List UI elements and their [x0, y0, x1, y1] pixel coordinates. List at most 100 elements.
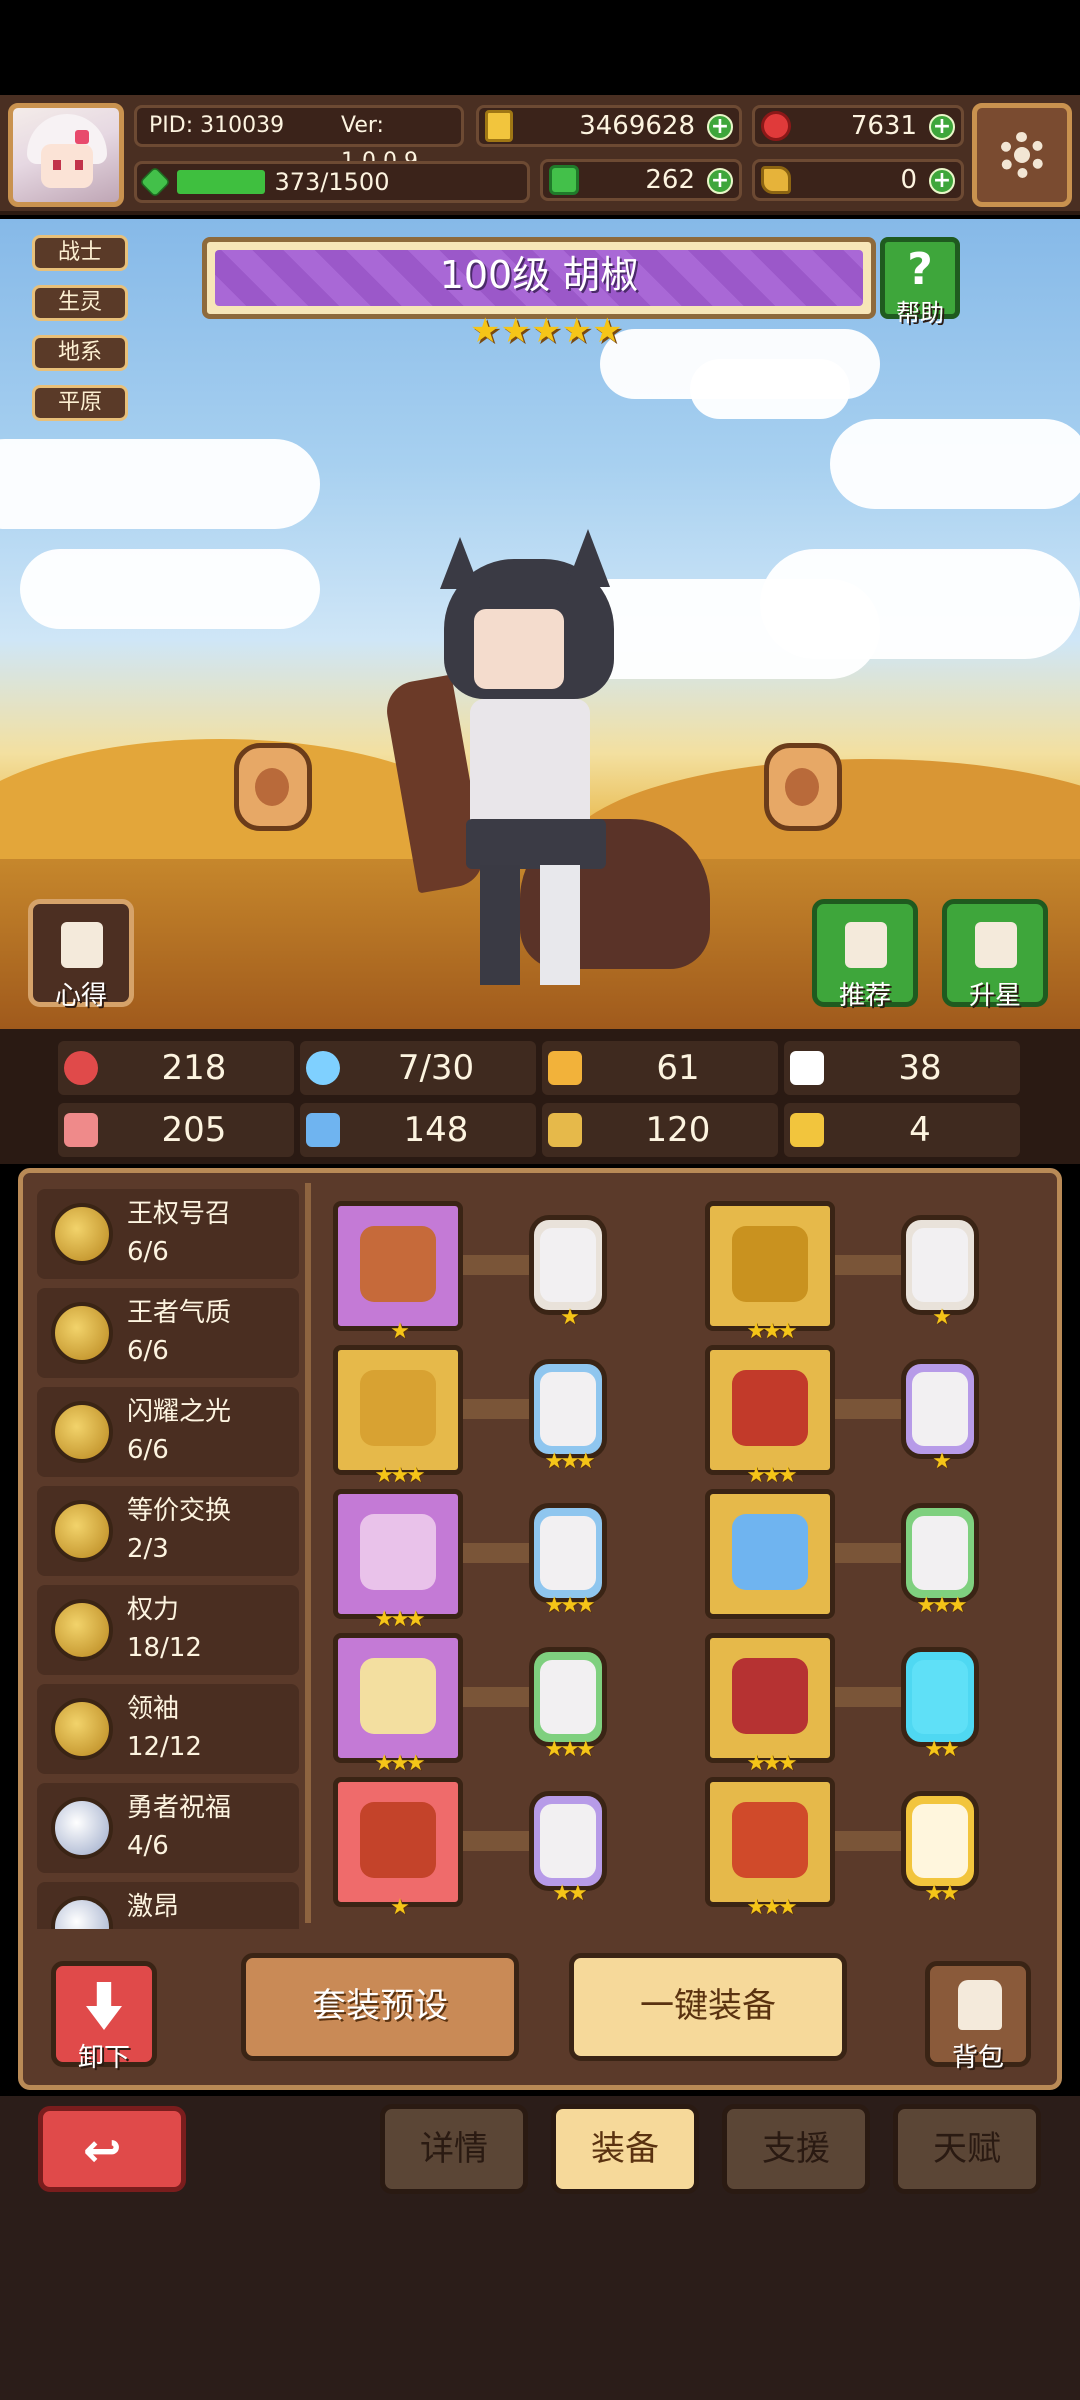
tab-details[interactable]: 详情 [380, 2104, 528, 2194]
stat-value: 205 [161, 1110, 227, 1150]
fist-icon [64, 1113, 98, 1147]
gem-slot-cyan[interactable]: ★★ [901, 1647, 979, 1762]
green-gem-icon [540, 1660, 596, 1734]
unequip-button[interactable]: 卸下 [51, 1961, 157, 2073]
settings-button[interactable] [972, 103, 1072, 207]
help-button[interactable]: ? 帮助 [880, 237, 960, 327]
character-sprite[interactable] [370, 529, 730, 999]
add-gem-button[interactable]: + [929, 114, 955, 140]
avatar-eye [75, 160, 83, 170]
golden-helmet-icon [360, 1370, 436, 1446]
equipment-slot-diamond-charm[interactable]: ★★★ [333, 1633, 463, 1776]
set-bonus-item[interactable]: 王者气质 6/6 [37, 1288, 299, 1378]
red-gem-icon [761, 111, 791, 141]
winged-gem-icon [732, 1514, 808, 1590]
set-bonus-item[interactable]: 激昂 [37, 1882, 299, 1929]
stat-shield[interactable]: 61 [542, 1041, 778, 1095]
stat-water-drop[interactable]: 7/30 [300, 1041, 536, 1095]
cat-ear-right [566, 529, 610, 587]
star-up-button[interactable]: 升星 [942, 899, 1048, 1011]
stat-value: 4 [909, 1110, 931, 1150]
insight-button[interactable]: 心得 [28, 899, 134, 1011]
set-count: 2/3 [127, 1534, 169, 1564]
star-icon: ★ [561, 311, 592, 351]
set-bonus-item[interactable]: 权力 18/12 [37, 1585, 299, 1675]
gem-value: 7631 [850, 111, 917, 141]
slot-connector [463, 1255, 533, 1275]
set-bonus-item[interactable]: 领袖 12/12 [37, 1684, 299, 1774]
set-bonus-list[interactable]: 王权号召 6/6 王者气质 6/6 闪耀之光 6/6 等价交换 2/3 权力 18/12 领袖 12/… [37, 1189, 299, 1929]
player-id-panel: PID: 310039 Ver: 1.0.0.9 [134, 105, 464, 174]
add-clover-button[interactable]: + [707, 168, 733, 194]
add-gold-button[interactable]: + [707, 114, 733, 140]
equipment-slot-heart-necklace[interactable]: ★★★ [333, 1489, 463, 1632]
silver-medal-icon [51, 1797, 113, 1859]
equipment-slot-crown-ring[interactable]: ★★★ [705, 1201, 835, 1344]
gem-slot-white[interactable]: ★ [901, 1215, 979, 1330]
star-icon: ★ [470, 311, 501, 351]
equipment-slot-winged-gem[interactable] [705, 1489, 835, 1619]
gem-slot-green[interactable]: ★★★ [901, 1503, 979, 1618]
gold-medal-icon [51, 1401, 113, 1463]
stat-fist[interactable]: 205 [58, 1103, 294, 1157]
skirt-sprite [466, 819, 606, 869]
set-preset-button[interactable]: 套装预设 [241, 1953, 519, 2061]
auto-equip-button[interactable]: 一键装备 [569, 1953, 847, 2061]
gem-slot-blue[interactable]: ★★★ [529, 1359, 607, 1474]
set-bonus-item[interactable]: 王权号召 6/6 [37, 1189, 299, 1279]
red-boots-icon [732, 1802, 808, 1878]
stat-scroll[interactable]: 120 [542, 1103, 778, 1157]
gem-star-rating: ★ [932, 1305, 952, 1330]
back-button[interactable]: ↩ [38, 2106, 186, 2192]
item-star-rating: ★★★ [746, 1751, 797, 1776]
gem-slot-purple[interactable]: ★ [901, 1359, 979, 1474]
back-arrow-icon: ↩ [83, 2123, 122, 2177]
stat-horseshoe[interactable]: 4 [784, 1103, 1020, 1157]
player-avatar[interactable] [8, 103, 124, 207]
gem-slot-blue[interactable]: ★★★ [529, 1503, 607, 1618]
leg-right [540, 865, 580, 985]
bag-button[interactable]: 背包 [925, 1961, 1031, 2073]
set-bonus-item[interactable]: 闪耀之光 6/6 [37, 1387, 299, 1477]
add-key-button[interactable]: + [929, 168, 955, 194]
gem-slot-purple[interactable]: ★★ [529, 1791, 607, 1906]
star-icon: ★ [591, 311, 623, 351]
crown-ring-icon [732, 1226, 808, 1302]
left-rune-icon[interactable] [234, 743, 312, 831]
equipment-slot-ruby-belt[interactable]: ★★★ [705, 1633, 835, 1776]
stat-wing[interactable]: 38 [784, 1041, 1020, 1095]
item-star-rating: ★★★ [746, 1895, 797, 1920]
tab-support[interactable]: 支援 [722, 2104, 870, 2194]
set-count: 6/6 [127, 1336, 169, 1366]
gold-value: 3469628 [579, 111, 695, 141]
set-bonus-item[interactable]: 勇者祝福 4/6 [37, 1783, 299, 1873]
equipment-slot-horn-weapon[interactable]: ★ [333, 1201, 463, 1344]
equipment-slot-golden-helmet[interactable]: ★★★ [333, 1345, 463, 1488]
tab-talent[interactable]: 天赋 [893, 2104, 1041, 2194]
gem-slot-white[interactable]: ★ [529, 1215, 607, 1330]
set-name: 勇者祝福 [127, 1793, 232, 1823]
player-id: PID: 310039 [149, 113, 285, 138]
tab-equipment[interactable]: 装备 [551, 2104, 699, 2194]
recommend-button[interactable]: 推荐 [812, 899, 918, 1011]
cloud [0, 439, 320, 529]
stat-heart[interactable]: 218 [58, 1041, 294, 1095]
gold-medal-icon [51, 1500, 113, 1562]
panel-divider [305, 1183, 311, 1923]
stat-value: 38 [898, 1048, 942, 1088]
slot-connector [835, 1687, 905, 1707]
red-bracer-icon [360, 1802, 436, 1878]
clover-counter: 262 + [540, 159, 742, 201]
key-value: 0 [900, 165, 917, 195]
equipment-slot-red-armor[interactable]: ★★★ [705, 1345, 835, 1488]
set-bonus-item[interactable]: 等价交换 2/3 [37, 1486, 299, 1576]
heart-necklace-icon [360, 1514, 436, 1590]
gem-slot-gold[interactable]: ★★ [901, 1791, 979, 1906]
gem-slot-green[interactable]: ★★★ [529, 1647, 607, 1762]
equipment-slot-red-boots[interactable]: ★★★ [705, 1777, 835, 1920]
equipment-slot-red-bracer[interactable]: ★ [333, 1777, 463, 1920]
right-rune-icon[interactable] [764, 743, 842, 831]
set-name: 权力 [127, 1595, 180, 1625]
stat-book[interactable]: 148 [300, 1103, 536, 1157]
stat-value: 120 [645, 1110, 711, 1150]
